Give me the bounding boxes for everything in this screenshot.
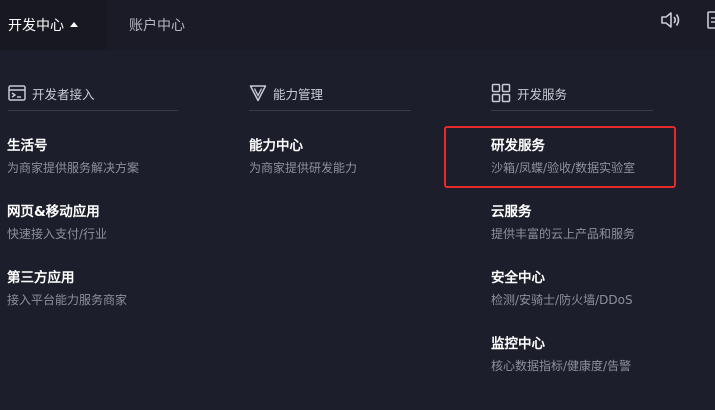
tab-account-center-label: 账户中心 [129, 18, 185, 34]
item-desc: 核心数据指标/健康度/告警 [491, 359, 632, 373]
tab-dev-center-label: 开发中心 [8, 18, 64, 34]
grid-icon [491, 83, 511, 103]
item-title: 第三方应用 [7, 270, 75, 286]
triangle-logo-icon [249, 85, 267, 102]
column-heading: 开发者接入 [32, 86, 95, 102]
tab-dev-center[interactable]: 开发中心 [0, 0, 106, 50]
column-heading: 开发服务 [517, 86, 568, 102]
menu-item-web-mobile-app[interactable]: 网页&移动应用 快速接入支付/行业 [7, 203, 247, 242]
column-developer-access: 开发者接入 [8, 78, 178, 111]
sound-icon[interactable] [659, 9, 681, 31]
item-title: 安全中心 [491, 270, 545, 286]
menu-item-life-account[interactable]: 生活号 为商家提供服务解决方案 [7, 137, 247, 176]
item-title: 生活号 [7, 138, 48, 154]
item-title: 监控中心 [491, 336, 545, 352]
item-desc: 检测/安骑士/防火墙/DDoS [491, 293, 633, 307]
item-desc: 接入平台能力服务商家 [7, 293, 128, 307]
column-header: 能力管理 [249, 78, 411, 111]
item-title: 云服务 [491, 204, 532, 220]
column-capability-mgmt: 能力管理 [249, 78, 411, 111]
menu-item-monitoring-center[interactable]: 监控中心 核心数据指标/健康度/告警 [491, 335, 671, 374]
item-desc: 提供丰富的云上产品和服务 [491, 227, 636, 241]
item-desc: 快速接入支付/行业 [7, 227, 108, 241]
item-title: 网页&移动应用 [7, 204, 100, 220]
caret-up-icon [70, 21, 78, 27]
menu-item-cloud-services[interactable]: 云服务 提供丰富的云上产品和服务 [491, 203, 671, 242]
tab-account-center[interactable]: 账户中心 [129, 0, 185, 50]
menu-item-security-center[interactable]: 安全中心 检测/安骑士/防火墙/DDoS [491, 269, 671, 308]
column-dev-services: 开发服务 [491, 78, 653, 111]
document-icon[interactable] [707, 10, 715, 30]
column-header: 开发服务 [491, 78, 653, 111]
column-header: 开发者接入 [8, 78, 178, 111]
column-heading: 能力管理 [273, 86, 324, 102]
highlight-box [444, 126, 676, 188]
menu-item-third-party-app[interactable]: 第三方应用 接入平台能力服务商家 [7, 269, 247, 308]
top-nav-bar: 开发中心 账户中心 [0, 0, 715, 50]
item-desc: 为商家提供服务解决方案 [7, 161, 140, 175]
terminal-window-icon [8, 85, 26, 101]
